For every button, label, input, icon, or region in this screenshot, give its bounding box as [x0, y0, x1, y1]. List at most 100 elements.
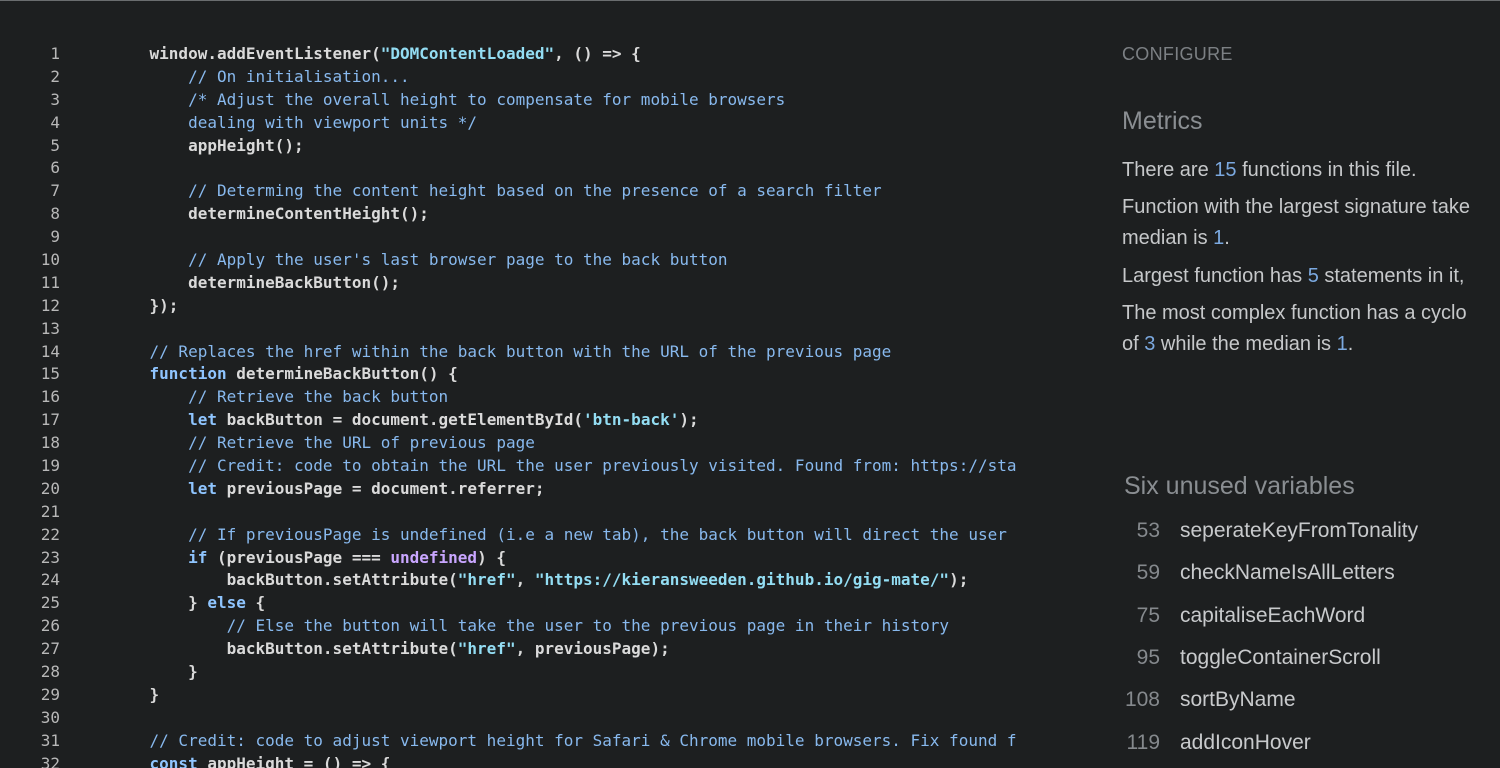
code-text: // Retrieve the URL of previous page: [60, 432, 1090, 455]
code-line[interactable]: 31 // Credit: code to adjust viewport he…: [0, 730, 1090, 753]
code-text: }: [60, 661, 1090, 684]
metrics-panel: CONFIGURE Metrics There are 15 functions…: [1122, 0, 1500, 768]
code-token: }: [111, 593, 208, 613]
code-token: window.addEventListener(: [111, 44, 381, 63]
code-line[interactable]: 14 // Replaces the href within the back …: [0, 341, 1090, 364]
unused-variable-item[interactable]: 59 checkNameIsAllLetters: [1122, 552, 1500, 594]
line-number: 3: [50, 89, 60, 109]
metric-line: The most complex function has a cyclo: [1122, 297, 1467, 329]
code-text: dealing with viewport units */: [60, 112, 1090, 135]
line-number: 5: [50, 135, 60, 155]
metric-number: 1: [1213, 227, 1225, 249]
code-token-kw: else: [207, 593, 246, 613]
code-line[interactable]: 29 }: [0, 684, 1090, 707]
code-line[interactable]: 6: [0, 157, 1090, 180]
code-text: // On initialisation...: [60, 66, 1090, 89]
code-line[interactable]: 23 if (previousPage === undefined) {: [0, 547, 1090, 570]
line-number: 2: [50, 66, 60, 86]
code-token: determineContentHeight();: [111, 204, 429, 224]
code-text: backButton.setAttribute("href", "https:/…: [60, 569, 1090, 592]
code-token: ,: [515, 570, 535, 590]
code-text: window.addEventListener("DOMContentLoade…: [60, 43, 1090, 66]
code-line[interactable]: 32 const appHeight = () => {: [0, 753, 1090, 768]
code-line[interactable]: 2 // On initialisation...: [0, 66, 1090, 89]
line-number: 12: [40, 295, 60, 315]
unused-variable-item[interactable]: 119 addIconHover: [1122, 721, 1500, 763]
code-line[interactable]: 10 // Apply the user's last browser page…: [0, 249, 1090, 272]
code-line[interactable]: 15 function determineBackButton() {: [0, 363, 1090, 386]
code-token: );: [949, 570, 969, 590]
code-text: function determineBackButton() {: [60, 363, 1090, 386]
unused-variable-item[interactable]: 53 seperateKeyFromTonality: [1122, 510, 1500, 552]
code-line[interactable]: 28 }: [0, 661, 1090, 684]
code-token: backButton.setAttribute(: [111, 639, 458, 659]
line-number: 8: [50, 204, 60, 224]
code-text: /* Adjust the overall height to compensa…: [60, 89, 1090, 112]
code-token: appHeight = () => {: [197, 753, 391, 768]
code-line[interactable]: 20 let previousPage = document.referrer;: [0, 478, 1090, 501]
code-line[interactable]: 25 } else {: [0, 592, 1090, 615]
code-line[interactable]: 21: [0, 501, 1090, 524]
line-number: 11: [40, 272, 60, 292]
code-text: // Credit: code to obtain the URL the us…: [60, 455, 1090, 478]
code-token-str: "href": [457, 570, 516, 590]
metric-text: statements in it,: [1318, 265, 1465, 287]
line-number: 7: [50, 181, 60, 201]
line-number: 22: [40, 524, 60, 544]
code-token-kw: let: [188, 478, 217, 498]
code-editor[interactable]: 1 window.addEventListener("DOMContentLoa…: [0, 43, 1090, 768]
code-line[interactable]: 16 // Retrieve the back button: [0, 386, 1090, 409]
code-token-cm: // On initialisation...: [111, 66, 410, 86]
unused-variable-item[interactable]: 108 sortByName: [1122, 679, 1500, 721]
code-line[interactable]: 13: [0, 318, 1090, 341]
code-line[interactable]: 3 /* Adjust the overall height to compen…: [0, 89, 1090, 112]
unused-variable-item[interactable]: 95 toggleContainerScroll: [1122, 637, 1500, 679]
code-line[interactable]: 11 determineBackButton();: [0, 272, 1090, 295]
line-number: 23: [40, 547, 60, 567]
unused-variable-name: checkNameIsAllLetters: [1180, 561, 1395, 585]
configure-link[interactable]: CONFIGURE: [1122, 44, 1233, 65]
code-line[interactable]: 1 window.addEventListener("DOMContentLoa…: [0, 43, 1090, 66]
metric-text: median is: [1122, 227, 1214, 249]
code-line[interactable]: 17 let backButton = document.getElementB…: [0, 409, 1090, 432]
code-line[interactable]: 22 // If previousPage is undefined (i.e …: [0, 524, 1090, 547]
line-number: 15: [40, 364, 60, 384]
code-line[interactable]: 30: [0, 707, 1090, 730]
line-number: 32: [40, 753, 60, 768]
code-line[interactable]: 4 dealing with viewport units */: [0, 112, 1090, 135]
code-line[interactable]: 5 appHeight();: [0, 135, 1090, 158]
metric-number: 3: [1144, 333, 1156, 355]
code-token: });: [111, 295, 179, 315]
code-token-cm: // Replaces the href within the back but…: [111, 341, 892, 361]
code-line[interactable]: 12 });: [0, 295, 1090, 318]
code-line[interactable]: 27 backButton.setAttribute("href", previ…: [0, 638, 1090, 661]
unused-variable-line: 75: [1136, 603, 1160, 627]
code-line[interactable]: 26 // Else the button will take the user…: [0, 615, 1090, 638]
code-line[interactable]: 18 // Retrieve the URL of previous page: [0, 432, 1090, 455]
code-text: // Apply the user's last browser page to…: [60, 249, 1090, 272]
code-token-str: 'btn-back': [583, 410, 680, 430]
metric-line: Largest function has 5 statements in it,: [1122, 260, 1464, 292]
code-line[interactable]: 9: [0, 226, 1090, 249]
metric-text: of: [1122, 333, 1145, 355]
code-text: let previousPage = document.referrer;: [60, 478, 1090, 501]
line-number: 19: [40, 456, 60, 476]
unused-variable-item[interactable]: 75 capitaliseEachWord: [1122, 595, 1500, 637]
code-token-cm: // If previousPage is undefined (i.e a n…: [111, 524, 1007, 544]
metric-line: of 3 while the median is 1.: [1122, 328, 1353, 360]
code-text: // Retrieve the back button: [60, 386, 1090, 409]
code-line[interactable]: 24 backButton.setAttribute("href", "http…: [0, 569, 1090, 592]
code-line[interactable]: 7 // Determing the content height based …: [0, 180, 1090, 203]
code-text: let backButton = document.getElementById…: [60, 409, 1090, 432]
code-line[interactable]: 19 // Credit: code to obtain the URL the…: [0, 455, 1090, 478]
line-number: 17: [40, 410, 60, 430]
code-token: , previousPage);: [515, 639, 670, 659]
code-text: } else {: [60, 592, 1090, 615]
code-text: determineContentHeight();: [60, 203, 1090, 226]
code-line[interactable]: 8 determineContentHeight();: [0, 203, 1090, 226]
